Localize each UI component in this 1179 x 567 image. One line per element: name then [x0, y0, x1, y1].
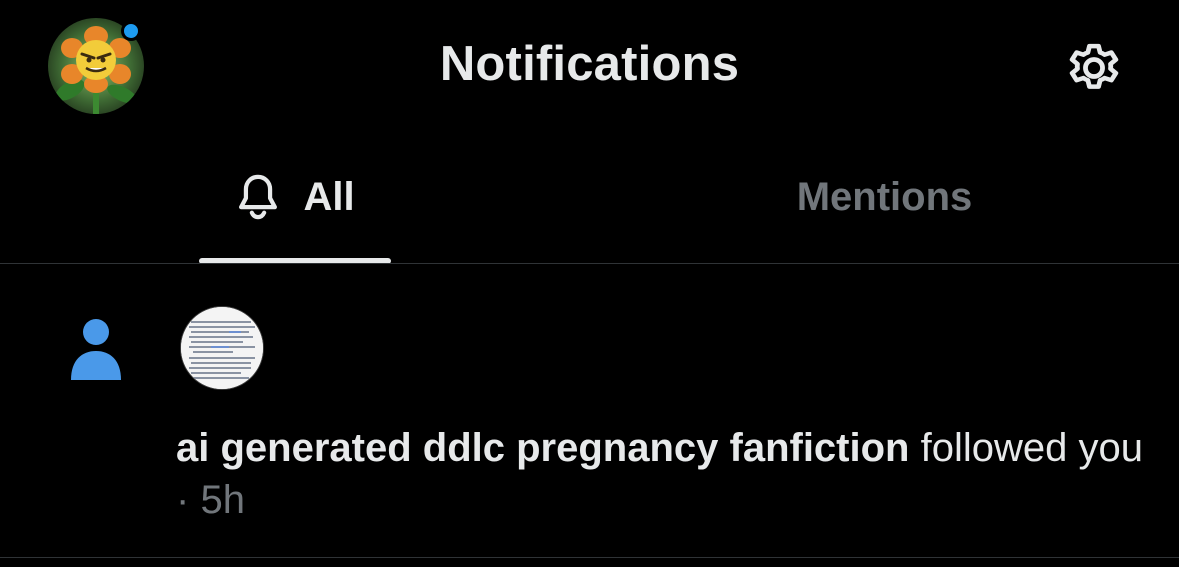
bell-icon — [239, 174, 278, 220]
notification-item[interactable]: ai generated ddlc pregnancy fanfiction f… — [0, 264, 1179, 557]
page-title: Notifications — [439, 37, 740, 91]
separator-dot: · — [176, 478, 190, 522]
settings-button[interactable] — [1060, 34, 1128, 102]
follower-name[interactable]: ai generated ddlc pregnancy fanfiction — [176, 426, 909, 470]
notification-divider — [0, 557, 1179, 558]
person-icon — [71, 319, 121, 380]
tab-mentions[interactable]: Mentions — [590, 150, 1179, 264]
tab-mentions-label: Mentions — [796, 174, 973, 219]
top-bar: Notifications — [0, 0, 1179, 135]
gear-icon — [1069, 43, 1119, 89]
tab-all-label: All — [303, 174, 355, 219]
follower-avatar-image — [181, 307, 263, 389]
follower-avatar[interactable] — [180, 306, 264, 390]
notification-action: followed you — [920, 426, 1143, 470]
notification-tabs: All Mentions — [0, 150, 1179, 264]
tab-all[interactable]: All — [0, 150, 590, 264]
notification-text: ai generated ddlc pregnancy fanfiction f… — [176, 422, 1146, 526]
notification-time: 5h — [200, 478, 245, 522]
